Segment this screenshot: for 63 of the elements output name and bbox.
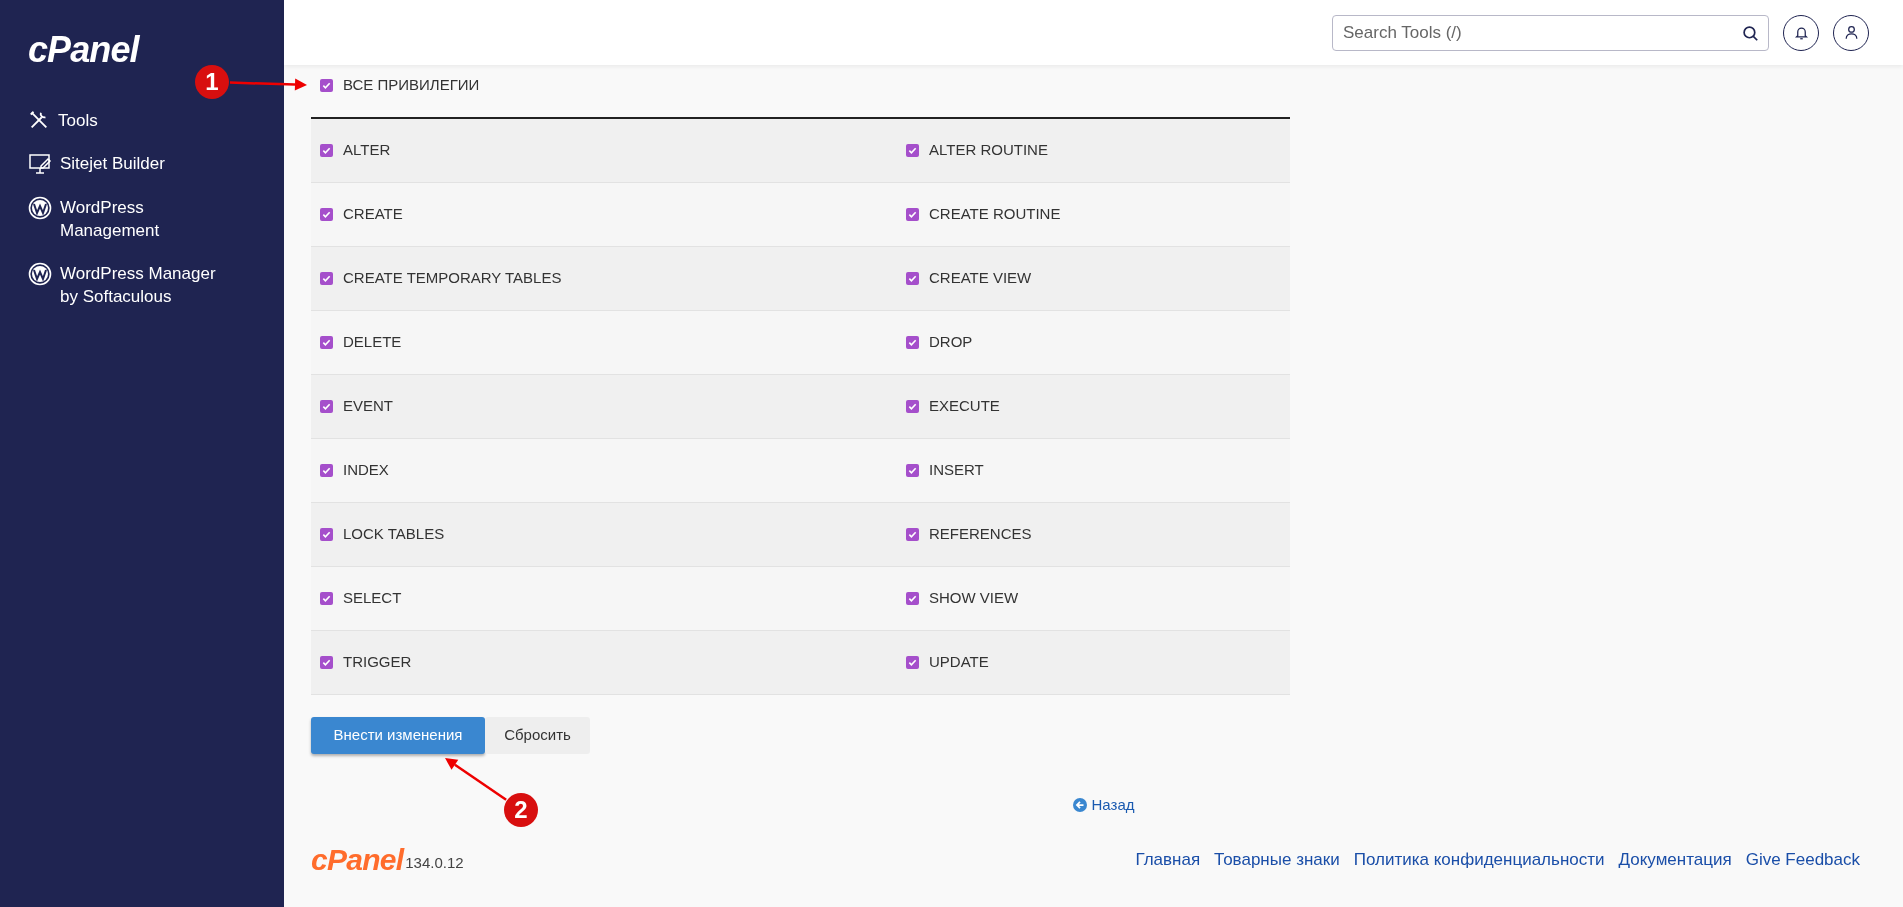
- version-text: 134.0.12: [405, 853, 464, 873]
- checkbox[interactable]: [906, 208, 919, 221]
- checkbox[interactable]: [320, 78, 333, 92]
- bell-icon: [1793, 25, 1809, 40]
- privilege-label: SELECT: [343, 588, 402, 609]
- privilege-label: ВСЕ ПРИВИЛЕГИИ: [343, 74, 480, 95]
- checkbox[interactable]: [320, 144, 333, 157]
- privilege-label: REFERENCES: [929, 524, 1032, 545]
- privilege-label: EVENT: [343, 396, 393, 417]
- privilege-label: ALTER ROUTINE: [929, 140, 1048, 161]
- checkbox[interactable]: [320, 656, 333, 669]
- checkbox[interactable]: [906, 592, 919, 605]
- footer-link[interactable]: Документация: [1618, 846, 1732, 873]
- checkbox[interactable]: [320, 528, 333, 541]
- monitor-pen-icon: [28, 152, 52, 176]
- privilege-label: INSERT: [929, 460, 984, 481]
- sidebar-item[interactable]: Sitejet Builder: [28, 152, 268, 176]
- footer-link[interactable]: Главная: [1135, 846, 1201, 873]
- checkbox[interactable]: [320, 400, 333, 413]
- reset-button[interactable]: Сбросить: [485, 717, 590, 754]
- save-button[interactable]: Внести изменения: [311, 717, 485, 754]
- cpanel-logo[interactable]: cPanel: [28, 29, 139, 70]
- wordpress-icon: [28, 196, 52, 220]
- checkbox[interactable]: [906, 144, 919, 157]
- checkbox[interactable]: [320, 336, 333, 349]
- privilege-label: CREATE TEMPORARY TABLES: [343, 268, 562, 289]
- privilege-label: TRIGGER: [343, 652, 412, 673]
- tools-icon: [28, 109, 50, 131]
- checkbox[interactable]: [320, 208, 333, 221]
- checkbox[interactable]: [906, 528, 919, 541]
- user-icon: [1843, 25, 1859, 40]
- privilege-label: CREATE ROUTINE: [929, 204, 1061, 225]
- footer-link[interactable]: Give Feedback: [1745, 846, 1860, 873]
- checkbox[interactable]: [906, 400, 919, 413]
- privilege-label: DROP: [929, 332, 973, 353]
- checkbox[interactable]: [320, 272, 333, 285]
- privilege-label: SHOW VIEW: [929, 588, 1019, 609]
- annotation-badge: 2: [504, 793, 538, 827]
- search-icon: [1742, 24, 1759, 42]
- sidebar-item[interactable]: Tools: [28, 109, 268, 132]
- arrow-left-icon: [1072, 798, 1087, 813]
- footer-link[interactable]: Политика конфиденциальности: [1353, 846, 1605, 873]
- privilege-label: CREATE VIEW: [929, 268, 1032, 289]
- privilege-label: DELETE: [343, 332, 402, 353]
- privilege-label: LOCK TABLES: [343, 524, 445, 545]
- back-link[interactable]: Назад: [1072, 794, 1135, 817]
- privilege-label: UPDATE: [929, 652, 989, 673]
- privilege-label: EXECUTE: [929, 396, 1000, 417]
- checkbox[interactable]: [906, 464, 919, 477]
- privilege-label: ALTER: [343, 140, 391, 161]
- checkbox[interactable]: [320, 464, 333, 477]
- annotation-arrow: [445, 758, 507, 801]
- checkbox[interactable]: [320, 592, 333, 605]
- checkbox[interactable]: [906, 336, 919, 349]
- sidebar-item[interactable]: WordPress Management: [28, 196, 268, 242]
- wordpress-icon: [28, 262, 52, 286]
- privilege-label: CREATE: [343, 204, 403, 225]
- footer-link[interactable]: Товарные знаки: [1214, 846, 1340, 873]
- checkbox[interactable]: [906, 272, 919, 285]
- sidebar-item[interactable]: WordPress Manager by Softaculous: [28, 262, 268, 308]
- checkbox[interactable]: [906, 656, 919, 669]
- search-field[interactable]: Search Tools (/): [1332, 14, 1769, 51]
- privilege-label: INDEX: [343, 460, 389, 481]
